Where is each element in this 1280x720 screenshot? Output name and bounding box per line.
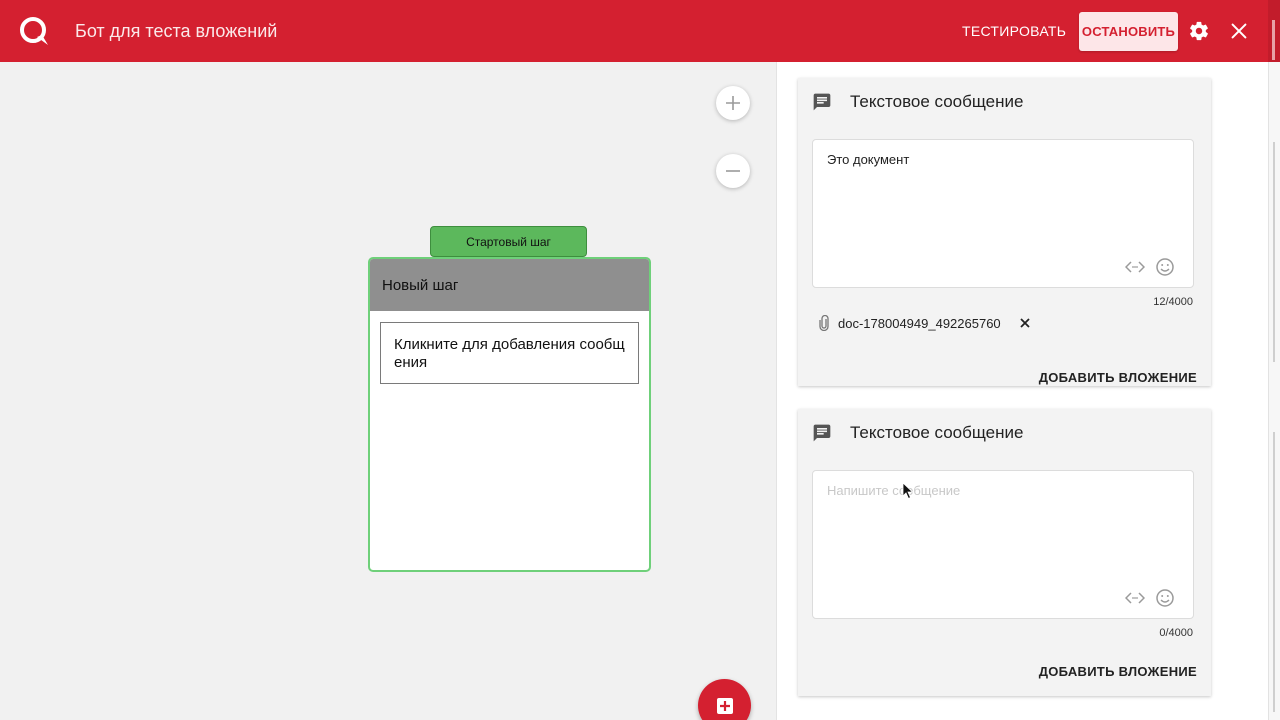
close-icon[interactable] bbox=[1228, 20, 1250, 42]
text-message-card: Текстовое сообщение Напишите сообщение 0… bbox=[798, 409, 1211, 696]
message-icon bbox=[813, 424, 831, 442]
side-panel: Текстовое сообщение Это документ 12/4000 bbox=[776, 62, 1268, 720]
gear-icon[interactable] bbox=[1188, 20, 1210, 42]
card-title: Текстовое сообщение bbox=[850, 423, 1024, 442]
add-step-icon bbox=[716, 697, 733, 714]
start-step-tag: Стартовый шаг bbox=[430, 226, 587, 257]
step-card[interactable]: Новый шаг Кликните для добавления сообще… bbox=[368, 257, 651, 572]
attachment-item: doc-178004949_492265760 bbox=[818, 315, 1031, 331]
zoom-out-button[interactable] bbox=[716, 154, 750, 188]
zoom-out-icon bbox=[726, 170, 740, 172]
add-attachment-button[interactable]: ДОБАВИТЬ ВЛОЖЕНИЕ bbox=[1039, 370, 1197, 385]
bot-title: Бот для теста вложений bbox=[75, 21, 278, 41]
char-counter: 0/4000 bbox=[1159, 627, 1193, 639]
message-textarea[interactable]: Это документ bbox=[812, 139, 1194, 288]
step-title[interactable]: Новый шаг bbox=[370, 259, 649, 311]
add-attachment-button[interactable]: ДОБАВИТЬ ВЛОЖЕНИЕ bbox=[1039, 664, 1197, 679]
stop-button[interactable]: ОСТАНОВИТЬ bbox=[1079, 12, 1178, 51]
message-placeholder[interactable]: Напишите сообщение bbox=[827, 483, 960, 498]
emoji-icon[interactable] bbox=[1155, 257, 1175, 277]
add-step-button[interactable] bbox=[698, 679, 751, 720]
scrollbar[interactable] bbox=[1268, 0, 1280, 62]
add-message-placeholder[interactable]: Кликните для добавления сообщения bbox=[380, 322, 639, 384]
emoji-icon[interactable] bbox=[1155, 588, 1175, 608]
message-textarea[interactable]: Напишите сообщение bbox=[812, 470, 1194, 619]
zoom-in-icon bbox=[726, 96, 740, 110]
zoom-in-button[interactable] bbox=[716, 86, 750, 120]
message-text[interactable]: Это документ bbox=[827, 152, 909, 167]
text-message-card: Текстовое сообщение Это документ 12/4000 bbox=[798, 78, 1211, 386]
side-scrollbar[interactable] bbox=[1268, 62, 1280, 720]
card-title: Текстовое сообщение bbox=[850, 92, 1024, 111]
code-icon[interactable] bbox=[1125, 591, 1145, 605]
char-counter: 12/4000 bbox=[1153, 296, 1193, 308]
message-icon bbox=[813, 93, 831, 111]
mouse-cursor-icon bbox=[902, 482, 914, 500]
test-button[interactable]: ТЕСТИРОВАТЬ bbox=[950, 16, 1078, 46]
logo-icon[interactable] bbox=[18, 15, 54, 49]
top-bar: Бот для теста вложений ТЕСТИРОВАТЬ ОСТАН… bbox=[0, 0, 1280, 62]
attachment-name: doc-178004949_492265760 bbox=[838, 315, 1001, 331]
flow-canvas[interactable]: Стартовый шаг Новый шаг Кликните для доб… bbox=[0, 62, 776, 720]
code-icon[interactable] bbox=[1125, 260, 1145, 274]
paperclip-icon bbox=[819, 315, 829, 331]
remove-attachment-icon[interactable] bbox=[1019, 317, 1031, 329]
